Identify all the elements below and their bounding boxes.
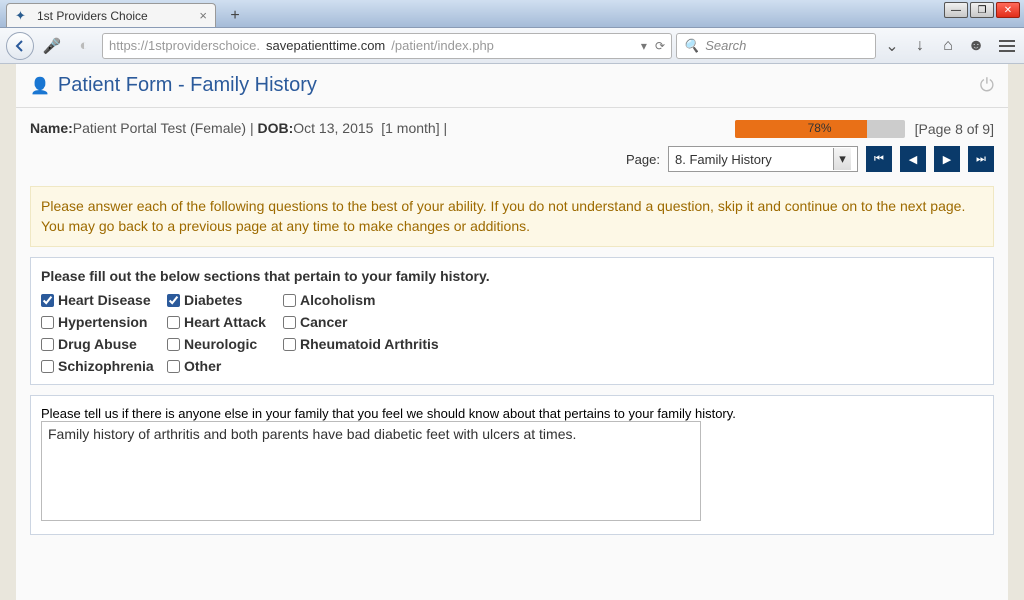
additional-textarea[interactable] — [41, 421, 701, 521]
close-tab-icon[interactable]: × — [199, 8, 207, 23]
minimize-window-button[interactable]: — — [944, 2, 968, 18]
search-icon: 🔍 — [683, 38, 699, 54]
family-history-panel: Please fill out the below sections that … — [30, 257, 994, 385]
downloads-icon[interactable]: ↓ — [908, 37, 932, 55]
first-page-button[interactable]: ⏮ — [866, 146, 892, 172]
next-page-button[interactable]: ▶ — [934, 146, 960, 172]
checkbox-input[interactable] — [41, 338, 54, 351]
reload-icon[interactable]: ⟳ — [655, 39, 665, 53]
checkbox-input[interactable] — [41, 360, 54, 373]
page-selector-label: Page: — [626, 152, 660, 167]
page-count: [Page 8 of 9] — [915, 121, 994, 137]
checkbox-other[interactable]: Other — [167, 358, 277, 374]
checkbox-label: Hypertension — [58, 314, 147, 330]
checkbox-label: Alcoholism — [300, 292, 375, 308]
last-page-button[interactable]: ⏭ — [968, 146, 994, 172]
checkbox-input[interactable] — [167, 360, 180, 373]
patient-meta: Name:Patient Portal Test (Female) | DOB:… — [30, 120, 447, 136]
checkbox-hypertension[interactable]: Hypertension — [41, 314, 161, 330]
checkbox-label: Cancer — [300, 314, 347, 330]
additional-info-panel: Please tell us if there is anyone else i… — [30, 395, 994, 535]
browser-tab[interactable]: ✦ 1st Providers Choice × — [6, 3, 216, 27]
progress-bar: 78% — [735, 120, 905, 138]
checkbox-alcoholism[interactable]: Alcoholism — [283, 292, 483, 308]
checkbox-input[interactable] — [283, 294, 296, 307]
chevron-down-icon: ▾ — [833, 148, 851, 170]
checkbox-label: Drug Abuse — [58, 336, 137, 352]
checkbox-heart-disease[interactable]: Heart Disease — [41, 292, 161, 308]
checkbox-input[interactable] — [167, 338, 180, 351]
new-tab-button[interactable]: + — [220, 5, 250, 27]
checkbox-label: Rheumatoid Arthritis — [300, 336, 439, 352]
power-icon[interactable]: ⏻ — [980, 75, 994, 96]
checkbox-input[interactable] — [167, 316, 180, 329]
back-button[interactable] — [6, 32, 34, 60]
pocket-icon[interactable]: ⌄ — [880, 36, 904, 56]
checkbox-label: Heart Attack — [184, 314, 266, 330]
checkbox-input[interactable] — [283, 338, 296, 351]
checkbox-drug-abuse[interactable]: Drug Abuse — [41, 336, 161, 352]
close-window-button[interactable]: ✕ — [996, 2, 1020, 18]
checkbox-label: Other — [184, 358, 221, 374]
identity-icon[interactable]: ◐ — [70, 32, 98, 60]
checkbox-input[interactable] — [167, 294, 180, 307]
page-content[interactable]: 👤 Patient Form - Family History ⏻ Name:P… — [0, 64, 1024, 600]
checkbox-label: Heart Disease — [58, 292, 151, 308]
hamburger-menu-icon[interactable] — [996, 40, 1018, 52]
url-dropdown-icon[interactable]: ▾ — [641, 39, 647, 53]
search-placeholder: Search — [705, 38, 746, 53]
checkbox-neurologic[interactable]: Neurologic — [167, 336, 277, 352]
prev-page-button[interactable]: ◀ — [900, 146, 926, 172]
tab-title: 1st Providers Choice — [37, 9, 193, 23]
page-selector[interactable]: 8. Family History ▾ — [668, 146, 858, 172]
additional-title: Please tell us if there is anyone else i… — [41, 406, 983, 421]
browser-titlebar: ✦ 1st Providers Choice × + — ❐ ✕ — [0, 0, 1024, 28]
checkbox-input[interactable] — [283, 316, 296, 329]
checkbox-heart-attack[interactable]: Heart Attack — [167, 314, 277, 330]
checkbox-input[interactable] — [41, 316, 54, 329]
url-path: /patient/index.php — [391, 38, 494, 53]
url-prefix: https://1stproviderschoice. — [109, 38, 260, 53]
checkbox-diabetes[interactable]: Diabetes — [167, 292, 277, 308]
checkbox-rheumatoid-arthritis[interactable]: Rheumatoid Arthritis — [283, 336, 483, 352]
user-icon: 👤 — [30, 76, 50, 96]
maximize-window-button[interactable]: ❐ — [970, 2, 994, 18]
url-bar[interactable]: https://1stproviderschoice. savepatientti… — [102, 33, 672, 59]
page-title: 👤 Patient Form - Family History — [30, 74, 317, 97]
browser-navbar: 🎤 ◐ https://1stproviderschoice. savepatie… — [0, 28, 1024, 64]
checkbox-label: Schizophrenia — [58, 358, 154, 374]
checkbox-schizophrenia[interactable]: Schizophrenia — [41, 358, 161, 374]
face-icon[interactable]: ☻ — [964, 37, 988, 55]
tab-favicon-icon: ✦ — [15, 8, 31, 24]
checkbox-cancer[interactable]: Cancer — [283, 314, 483, 330]
checkbox-label: Neurologic — [184, 336, 257, 352]
extension-icon[interactable]: 🎤 — [38, 32, 66, 60]
instruction-notice: Please answer each of the following ques… — [30, 186, 994, 247]
checkbox-label: Diabetes — [184, 292, 242, 308]
browser-search[interactable]: 🔍 Search — [676, 33, 876, 59]
home-icon[interactable]: ⌂ — [936, 37, 960, 55]
url-host: savepatienttime.com — [266, 38, 385, 53]
checkbox-input[interactable] — [41, 294, 54, 307]
family-history-title: Please fill out the below sections that … — [41, 268, 983, 284]
